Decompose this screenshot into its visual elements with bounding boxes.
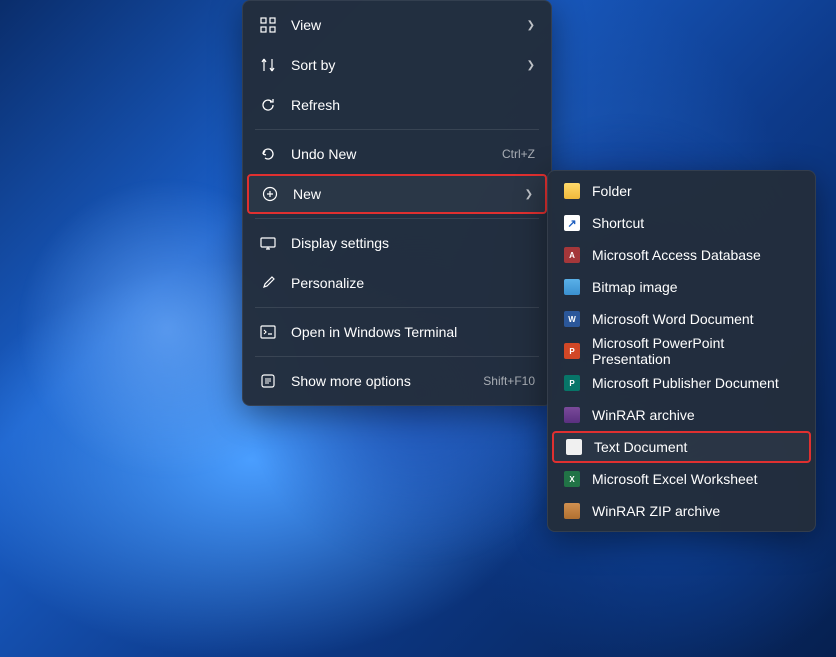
- menu-label: WinRAR archive: [592, 407, 799, 423]
- menu-shortcut: Ctrl+Z: [502, 147, 535, 161]
- menu-separator: [255, 129, 539, 130]
- menu-label: Undo New: [291, 146, 490, 162]
- menu-shortcut: Shift+F10: [483, 374, 535, 388]
- chevron-right-icon: ❯: [527, 20, 535, 31]
- menu-terminal[interactable]: Open in Windows Terminal: [247, 312, 547, 352]
- access-icon: A: [564, 247, 580, 263]
- more-icon: [259, 372, 277, 390]
- plus-circle-icon: [261, 185, 279, 203]
- excel-icon: X: [564, 471, 580, 487]
- refresh-icon: [259, 96, 277, 114]
- menu-label: Personalize: [291, 275, 535, 291]
- menu-more-options[interactable]: Show more options Shift+F10: [247, 361, 547, 401]
- new-folder[interactable]: Folder: [552, 175, 811, 207]
- menu-label: New: [293, 186, 517, 202]
- menu-label: View: [291, 17, 519, 33]
- new-excel[interactable]: X Microsoft Excel Worksheet: [552, 463, 811, 495]
- chevron-right-icon: ❯: [527, 60, 535, 71]
- word-icon: W: [564, 311, 580, 327]
- menu-label: Sort by: [291, 57, 519, 73]
- new-word[interactable]: W Microsoft Word Document: [552, 303, 811, 335]
- menu-new[interactable]: New ❯: [247, 174, 547, 214]
- powerpoint-icon: P: [564, 343, 580, 359]
- shortcut-icon: [564, 215, 580, 231]
- menu-sort[interactable]: Sort by ❯: [247, 45, 547, 85]
- menu-view[interactable]: View ❯: [247, 5, 547, 45]
- menu-personalize[interactable]: Personalize: [247, 263, 547, 303]
- new-rar[interactable]: WinRAR archive: [552, 399, 811, 431]
- menu-separator: [255, 218, 539, 219]
- new-text-document[interactable]: Text Document: [552, 431, 811, 463]
- menu-undo[interactable]: Undo New Ctrl+Z: [247, 134, 547, 174]
- rar-icon: [564, 407, 580, 423]
- menu-label: Microsoft Excel Worksheet: [592, 471, 799, 487]
- chevron-right-icon: ❯: [525, 189, 533, 200]
- undo-icon: [259, 145, 277, 163]
- bitmap-icon: [564, 279, 580, 295]
- menu-label: Text Document: [594, 439, 797, 455]
- menu-label: Folder: [592, 183, 799, 199]
- menu-label: Display settings: [291, 235, 535, 251]
- display-icon: [259, 234, 277, 252]
- publisher-icon: P: [564, 375, 580, 391]
- menu-label: Shortcut: [592, 215, 799, 231]
- sort-icon: [259, 56, 277, 74]
- desktop-context-menu: View ❯ Sort by ❯ Refresh Undo New Ctrl+Z…: [242, 0, 552, 406]
- new-access[interactable]: A Microsoft Access Database: [552, 239, 811, 271]
- menu-label: Open in Windows Terminal: [291, 324, 535, 340]
- menu-separator: [255, 356, 539, 357]
- menu-label: WinRAR ZIP archive: [592, 503, 799, 519]
- new-publisher[interactable]: P Microsoft Publisher Document: [552, 367, 811, 399]
- new-zip[interactable]: WinRAR ZIP archive: [552, 495, 811, 527]
- new-bitmap[interactable]: Bitmap image: [552, 271, 811, 303]
- brush-icon: [259, 274, 277, 292]
- new-shortcut[interactable]: Shortcut: [552, 207, 811, 239]
- new-submenu: Folder Shortcut A Microsoft Access Datab…: [547, 170, 816, 532]
- menu-separator: [255, 307, 539, 308]
- new-powerpoint[interactable]: P Microsoft PowerPoint Presentation: [552, 335, 811, 367]
- terminal-icon: [259, 323, 277, 341]
- grid-icon: [259, 16, 277, 34]
- menu-display-settings[interactable]: Display settings: [247, 223, 547, 263]
- menu-label: Show more options: [291, 373, 471, 389]
- zip-icon: [564, 503, 580, 519]
- menu-label: Microsoft Publisher Document: [592, 375, 799, 391]
- folder-icon: [564, 183, 580, 199]
- text-icon: [566, 439, 582, 455]
- menu-label: Microsoft Access Database: [592, 247, 799, 263]
- menu-label: Bitmap image: [592, 279, 799, 295]
- menu-label: Microsoft PowerPoint Presentation: [592, 335, 799, 367]
- menu-refresh[interactable]: Refresh: [247, 85, 547, 125]
- menu-label: Refresh: [291, 97, 535, 113]
- menu-label: Microsoft Word Document: [592, 311, 799, 327]
